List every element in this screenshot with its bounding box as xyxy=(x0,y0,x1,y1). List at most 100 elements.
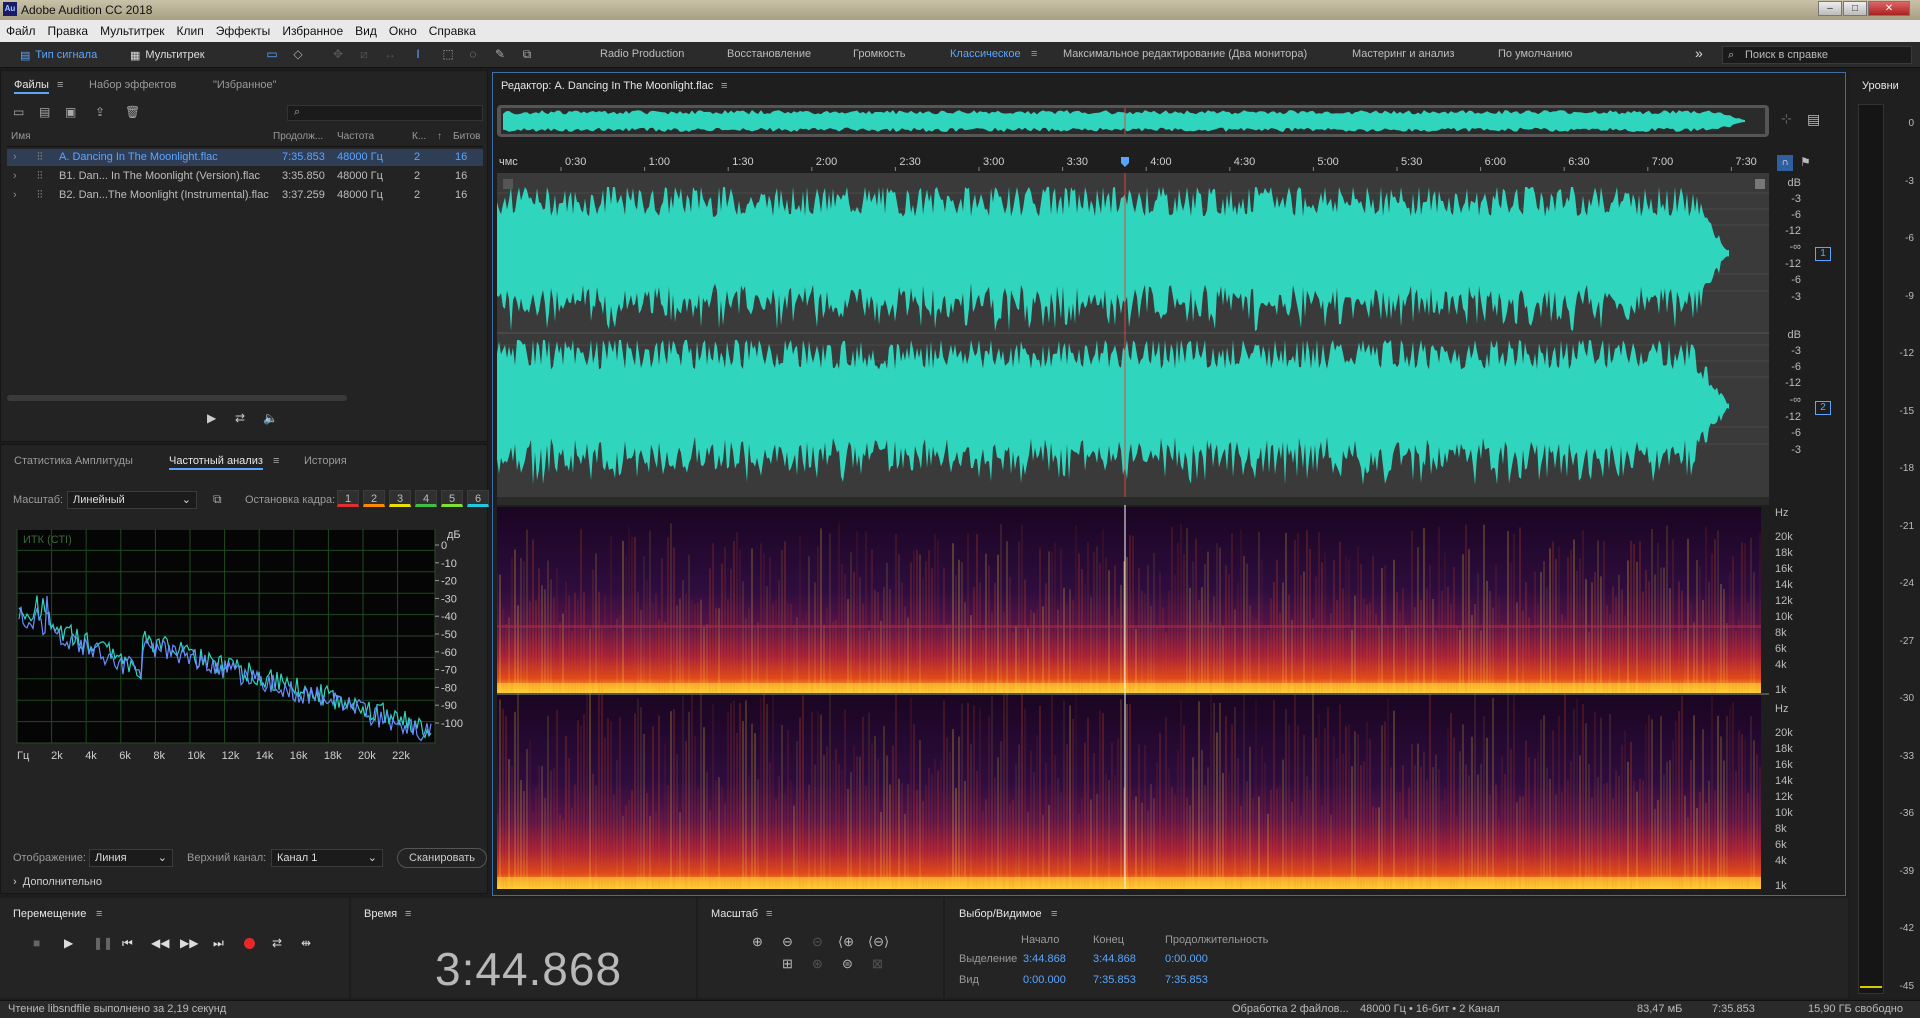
record-icon[interactable] xyxy=(244,938,255,949)
editor-title[interactable]: Редактор: A. Dancing In The Moonlight.fl… xyxy=(501,80,713,92)
channel-dropdown[interactable]: Канал 1 ⌄ xyxy=(271,849,383,867)
view-duration-value[interactable]: 7:35.853 xyxy=(1165,974,1208,986)
files-search-input[interactable]: ⌕ xyxy=(287,105,483,121)
menu-help[interactable]: Справка xyxy=(423,24,482,38)
zoom-out-full-icon[interactable]: ⊝ xyxy=(812,934,823,950)
workspace-radio-production[interactable]: Radio Production xyxy=(600,48,684,60)
snapshot-icon[interactable]: ⧉ xyxy=(213,492,222,507)
spectral-display[interactable] xyxy=(497,497,1769,889)
zoom-out-amplitude-icon[interactable]: ⊖ xyxy=(782,934,793,950)
selection-end-value[interactable]: 3:44.868 xyxy=(1093,953,1136,965)
zoom-out-time-icon[interactable]: ⟨⊖⟩ xyxy=(868,934,889,950)
tab-frequency-analysis[interactable]: Частотный анализ xyxy=(169,455,263,470)
col-name[interactable]: Имя xyxy=(11,131,30,142)
sort-up-icon[interactable]: ↑ xyxy=(437,131,442,142)
advanced-expander[interactable]: › Дополнительно xyxy=(13,876,102,888)
menu-window[interactable]: Окно xyxy=(383,24,423,38)
menu-edit[interactable]: Правка xyxy=(42,24,95,38)
channel-1-toggle[interactable]: 1 xyxy=(1815,247,1831,261)
expand-icon[interactable]: › xyxy=(13,189,17,201)
zoom-fit-icon[interactable]: ⊹ xyxy=(1781,111,1792,127)
frequency-graph[interactable]: ИТК (СТI) 0 -10 -20 -30 -40 -50 -60 -70 -80 -90 -1… xyxy=(13,529,483,777)
display-dropdown[interactable]: Линия ⌄ xyxy=(89,849,173,867)
freeze-button-2[interactable]: 2 xyxy=(363,490,385,507)
more-workspaces-icon[interactable]: » xyxy=(1695,45,1703,61)
rewind-icon[interactable]: ◀◀ xyxy=(151,936,169,950)
view-end-value[interactable]: 7:35.853 xyxy=(1093,974,1136,986)
play-preview-icon[interactable]: ▶ xyxy=(207,411,216,425)
workspace-classic[interactable]: Классическое xyxy=(950,48,1021,60)
workspace-max-editing[interactable]: Максимальное редактирование (Два монитор… xyxy=(1063,48,1307,60)
file-row[interactable]: › ⫶⫶ A. Dancing In The Moonlight.flac 7:… xyxy=(7,149,483,166)
view-start-value[interactable]: 0:00.000 xyxy=(1023,974,1066,986)
freeze-button-5[interactable]: 5 xyxy=(441,490,463,507)
levels-title[interactable]: Уровни xyxy=(1862,80,1899,92)
channel-2-toggle[interactable]: 2 xyxy=(1815,401,1831,415)
menu-clip[interactable]: Клип xyxy=(171,24,210,38)
freeze-button-1[interactable]: 1 xyxy=(337,490,359,507)
zoom-out-point-icon[interactable]: ⊜ xyxy=(842,956,853,972)
files-scrollbar[interactable] xyxy=(7,395,347,401)
col-bits[interactable]: Битов xyxy=(453,131,481,142)
help-search-input[interactable]: ⌕ Поиск в справке xyxy=(1722,46,1912,64)
go-to-end-icon[interactable]: ⏭ xyxy=(213,936,224,951)
minimize-button[interactable]: – xyxy=(1818,1,1842,16)
insert-icon[interactable]: ⇪ xyxy=(95,105,105,119)
lasso-tool-icon[interactable]: ◌ xyxy=(465,47,481,61)
workspace-restoration[interactable]: Восстановление xyxy=(727,48,811,60)
tab-effects-rack[interactable]: Набор эффектов xyxy=(89,79,176,91)
overview-bar[interactable] xyxy=(497,105,1769,137)
play-icon[interactable]: ▶ xyxy=(64,936,73,950)
expand-icon[interactable]: › xyxy=(13,151,17,163)
playhead-marker[interactable] xyxy=(1121,157,1129,167)
fast-forward-icon[interactable]: ▶▶ xyxy=(180,936,198,950)
multitrack-view-button[interactable]: ▦ Мультитрек xyxy=(124,46,211,64)
pause-icon[interactable]: ❚❚ xyxy=(93,936,113,950)
editor-menu-icon[interactable]: ≡ xyxy=(721,80,727,92)
time-ruler[interactable]: чмс 0:30 1:00 1:30 2:00 2:30 3:00 3:30 4:00 4:30 5… xyxy=(497,153,1769,171)
zoom-in-point-icon[interactable]: ⊛ xyxy=(812,956,823,972)
col-duration[interactable]: Продолж... xyxy=(273,131,323,142)
import-file-icon[interactable]: ▤ xyxy=(39,105,50,119)
file-row[interactable]: › ⫶⫶ B1. Dan... In The Moonlight (Versio… xyxy=(7,168,483,185)
expand-icon[interactable]: › xyxy=(13,170,17,182)
current-time-display[interactable]: 3:44.868 xyxy=(435,942,622,996)
scan-button[interactable]: Сканировать xyxy=(397,848,487,868)
file-row[interactable]: › ⫶⫶ B2. Dan...The Moonlight (Instrument… xyxy=(7,187,483,204)
transport-menu-icon[interactable]: ≡ xyxy=(96,908,102,920)
marquee-tool-icon[interactable]: ⬚ xyxy=(440,47,456,61)
selection-duration-value[interactable]: 0:00.000 xyxy=(1165,953,1208,965)
freeze-button-3[interactable]: 3 xyxy=(389,490,411,507)
zoom-reset-icon[interactable]: ⊠ xyxy=(872,956,883,972)
menu-file[interactable]: Файл xyxy=(0,24,42,38)
close-button[interactable]: ✕ xyxy=(1868,1,1910,16)
zoom-menu-icon[interactable]: ≡ xyxy=(766,908,772,920)
zoom-selection-icon[interactable]: ⊞ xyxy=(782,956,793,972)
selection-menu-icon[interactable]: ≡ xyxy=(1051,908,1057,920)
loop-preview-icon[interactable]: ⇄ xyxy=(235,411,245,425)
menu-effects[interactable]: Эффекты xyxy=(210,24,277,38)
tab-history[interactable]: История xyxy=(304,455,347,467)
time-selection-tool-icon[interactable]: I xyxy=(410,47,426,61)
tab-favorites[interactable]: "Избранное" xyxy=(213,79,277,91)
stop-icon[interactable]: ■ xyxy=(33,936,40,950)
tab-files[interactable]: Файлы xyxy=(14,79,49,94)
snap-icon[interactable]: ∩ xyxy=(1777,155,1793,171)
razor-tool-icon[interactable]: ⧄ xyxy=(356,47,372,61)
autoplay-icon[interactable]: 🔈 xyxy=(263,411,278,425)
analysis-menu-icon[interactable]: ≡ xyxy=(273,455,279,467)
zoom-in-amplitude-icon[interactable]: ⊕ xyxy=(752,934,763,950)
waveform-display[interactable] xyxy=(497,173,1769,497)
workspace-menu-icon[interactable]: ≡ xyxy=(1031,48,1037,60)
brush-tool-icon[interactable]: ✎ xyxy=(492,47,508,61)
tab-amplitude-stats[interactable]: Статистика Амплитуды xyxy=(14,455,133,467)
new-file-icon[interactable]: ▣ xyxy=(65,105,76,119)
col-rate[interactable]: Частота xyxy=(337,131,374,142)
marker-icon[interactable]: ⚑ xyxy=(1800,155,1811,169)
move-tool-icon[interactable]: ✥ xyxy=(330,47,346,61)
col-channels[interactable]: К... xyxy=(412,131,426,142)
open-file-icon[interactable]: ▭ xyxy=(13,105,24,119)
time-menu-icon[interactable]: ≡ xyxy=(405,908,411,920)
scale-dropdown[interactable]: Линейный ⌄ xyxy=(67,491,197,509)
freeze-button-6[interactable]: 6 xyxy=(467,490,489,507)
